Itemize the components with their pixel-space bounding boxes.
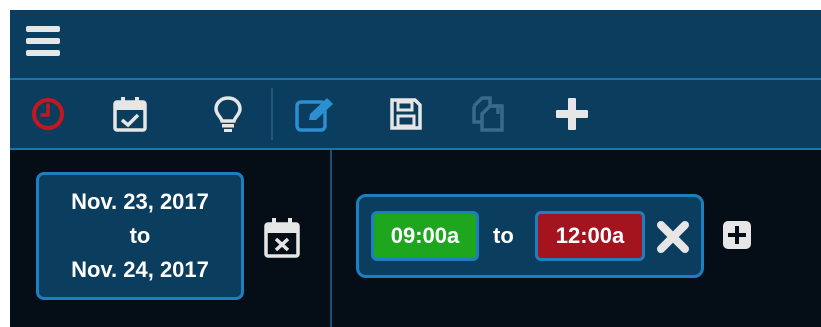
clock-icon <box>32 98 64 130</box>
save-icon <box>390 98 422 130</box>
edit-button[interactable] <box>293 92 337 136</box>
lightbulb-button[interactable] <box>206 92 250 136</box>
date-panel: Nov. 23, 2017 to Nov. 24, 2017 <box>10 150 332 327</box>
remove-time-button[interactable] <box>655 219 691 255</box>
content-area: Nov. 23, 2017 to Nov. 24, 2017 09:00a to… <box>10 150 821 327</box>
date-range-button[interactable]: Nov. 23, 2017 to Nov. 24, 2017 <box>36 172 244 300</box>
hamburger-menu-icon[interactable] <box>26 24 62 60</box>
plus-icon <box>556 98 588 130</box>
time-range-row: 09:00a to 12:00a <box>356 194 704 278</box>
clock-button[interactable] <box>26 92 70 136</box>
date-separator: to <box>129 223 151 248</box>
copy-icon <box>472 96 504 132</box>
calendar-x-icon <box>264 218 300 258</box>
top-bar <box>10 10 821 80</box>
calendar-clear-button[interactable] <box>262 214 302 260</box>
calendar-check-icon <box>113 97 147 132</box>
app-window: Nov. 23, 2017 to Nov. 24, 2017 09:00a to… <box>10 10 821 327</box>
lightbulb-icon <box>214 96 242 132</box>
toolbar-divider <box>271 88 273 140</box>
date-end: Nov. 24, 2017 <box>71 257 209 282</box>
close-icon <box>657 221 689 253</box>
date-start: Nov. 23, 2017 <box>71 189 209 214</box>
add-button[interactable] <box>550 92 594 136</box>
time-end-button[interactable]: 12:00a <box>535 211 645 261</box>
time-separator: to <box>493 223 514 248</box>
add-time-button[interactable] <box>722 220 752 250</box>
save-button[interactable] <box>384 92 428 136</box>
toolbar <box>10 80 821 150</box>
time-start-button[interactable]: 09:00a <box>371 211 479 261</box>
edit-icon <box>295 98 333 132</box>
copy-button[interactable] <box>466 92 510 136</box>
calendar-check-button[interactable] <box>108 92 152 136</box>
plus-square-icon <box>723 221 751 249</box>
